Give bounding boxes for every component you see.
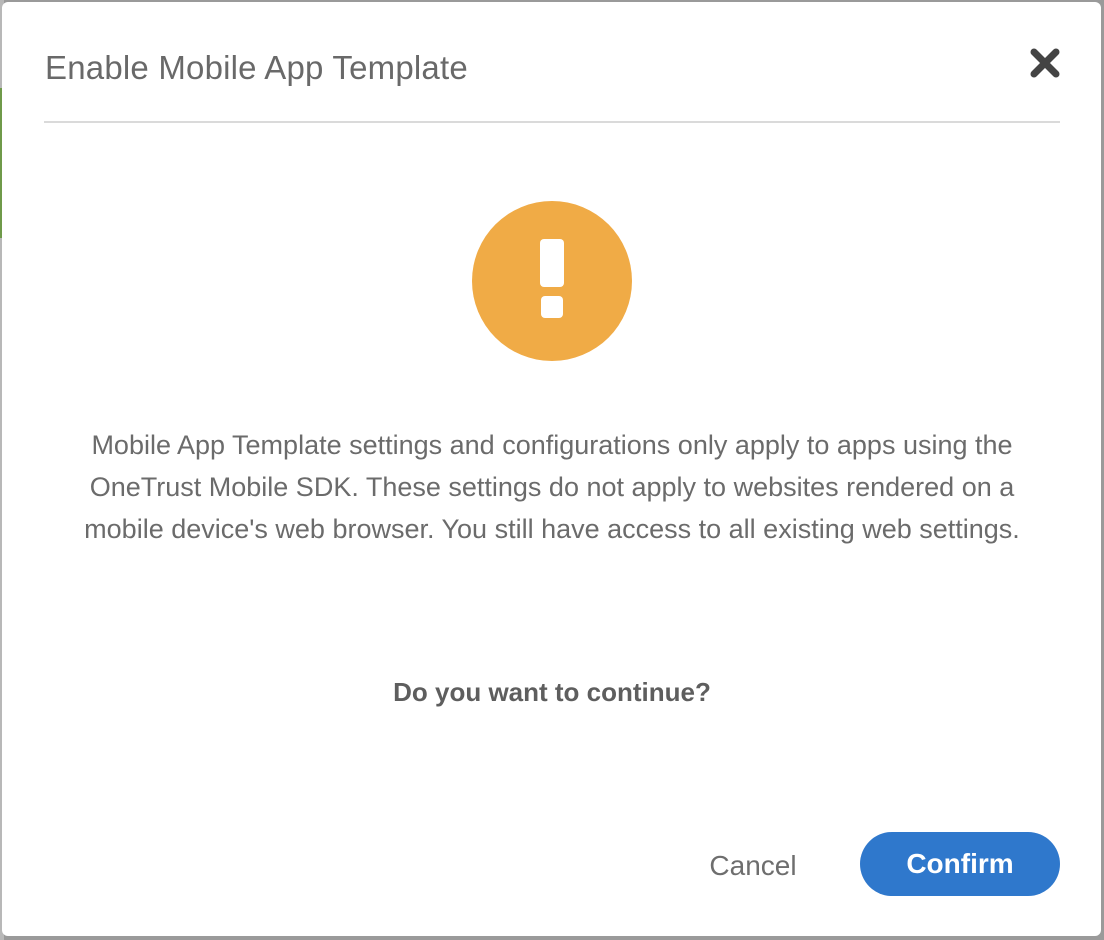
close-button[interactable]: [1028, 46, 1062, 80]
header-divider: [44, 121, 1060, 123]
dialog-title: Enable Mobile App Template: [45, 49, 468, 86]
close-icon: [1030, 48, 1060, 78]
confirmation-question: Do you want to continue?: [393, 677, 711, 707]
exclamation-dot: [541, 296, 563, 318]
exclamation-bar: [540, 239, 564, 287]
dialog-message: Mobile App Template settings and configu…: [84, 430, 1020, 544]
confirm-button[interactable]: Confirm: [860, 832, 1060, 896]
enable-mobile-app-template-dialog: Enable Mobile App Template Mobile App Te…: [2, 2, 1101, 936]
exclamation-warning-icon: [472, 201, 632, 361]
cancel-button[interactable]: Cancel: [690, 840, 816, 892]
